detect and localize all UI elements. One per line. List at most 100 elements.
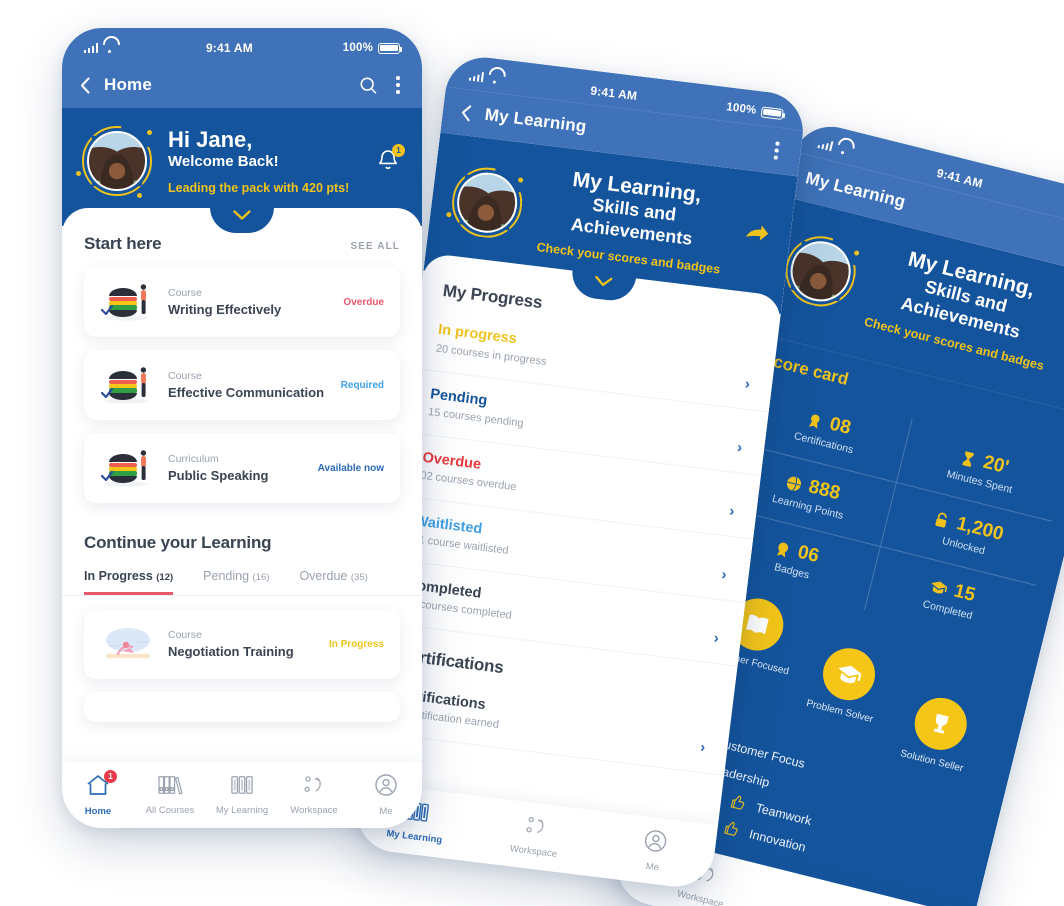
tab-me[interactable]: Me: [352, 773, 420, 817]
wifi-icon: [488, 73, 502, 85]
chevron-down-icon: [233, 210, 251, 220]
page-title: Home: [104, 75, 153, 94]
tab-all-courses[interactable]: All Courses: [136, 774, 204, 816]
tab-count: (16): [252, 572, 270, 583]
phone-mockup-home: 9:41 AM 100% Home Hi Jane, Welcome Back!…: [62, 28, 422, 828]
course-name: Public Speaking: [168, 467, 269, 483]
status-bar: 9:41 AM 100%: [62, 28, 422, 62]
decor-dot: [446, 211, 452, 218]
tab-divider: [62, 595, 422, 596]
tab-label: In Progress: [84, 569, 153, 583]
tab-overdue[interactable]: Overdue (35): [299, 569, 367, 595]
chevron-left-icon[interactable]: [460, 103, 472, 121]
battery-percent: 100%: [342, 42, 373, 54]
signal-icon: [817, 138, 834, 152]
graduation-cap-icon: [931, 581, 948, 594]
wifi-icon: [103, 43, 116, 53]
course-card[interactable]: Course Negotiation Training In Progress: [84, 609, 400, 679]
search-icon[interactable]: [359, 76, 378, 95]
battery-percent: 100%: [725, 101, 758, 117]
stat-value: 15: [951, 580, 978, 607]
chevron-right-icon: ›: [728, 502, 736, 520]
course-card[interactable]: Curriculum Public Speaking Available now: [84, 433, 400, 503]
course-card[interactable]: Course Writing Effectively Overdue: [84, 267, 400, 337]
decor-dot: [76, 171, 81, 176]
welcome-text: Welcome Back!: [168, 153, 279, 171]
decor-dot: [147, 130, 152, 135]
badge-item[interactable]: Problem Solver: [790, 639, 897, 753]
course-name: Negotiation Training: [168, 643, 294, 659]
chevron-right-icon: ›: [736, 438, 744, 457]
status-time: 9:41 AM: [589, 83, 638, 104]
skill-label: Innovation: [747, 826, 808, 855]
share-arrow-icon[interactable]: [743, 221, 772, 250]
course-thumbnail: [100, 448, 156, 488]
workspace-icon: [526, 816, 544, 834]
profile-icon: [644, 830, 667, 852]
decor-dot: [137, 193, 142, 198]
kebab-menu-icon[interactable]: [770, 139, 784, 161]
tab-label: Me: [645, 861, 660, 874]
home-badge: 1: [104, 770, 117, 783]
see-all-link[interactable]: SEE ALL: [350, 241, 400, 252]
tab-pending[interactable]: Pending (16): [203, 569, 269, 595]
avatar[interactable]: [76, 126, 152, 198]
tab-label: My Learning: [385, 828, 443, 846]
kebab-menu-icon[interactable]: [392, 74, 404, 95]
section-title: Start here: [84, 234, 162, 253]
tab-me[interactable]: Me: [618, 825, 691, 877]
notification-badge: 1: [392, 144, 405, 157]
stat-value: 08: [827, 413, 853, 440]
tab-label: My Learning: [215, 805, 269, 816]
tab-label: Pending: [203, 569, 250, 583]
chevron-down-icon: [595, 276, 613, 287]
wifi-icon: [836, 143, 851, 156]
badge-label: Problem Solver: [805, 698, 875, 726]
progress-list: In progress 20 courses in progress › Pen…: [380, 304, 777, 667]
thumbs-up-icon: [730, 796, 745, 810]
course-name: Writing Effectively: [168, 301, 282, 317]
bottom-tab-bar: 1 Home All Courses My Learning Workspace…: [62, 762, 422, 828]
course-kind: Course: [168, 369, 202, 382]
status-badge: Overdue: [343, 296, 384, 308]
chevron-right-icon: ›: [720, 565, 728, 584]
tab-home[interactable]: 1 Home: [64, 770, 132, 817]
profile-icon: [375, 774, 397, 796]
status-badge: In Progress: [328, 638, 384, 650]
avatar-image: [87, 131, 147, 191]
workspace-icon: [304, 776, 321, 792]
points-text: Leading the pack with 420 pts!: [168, 181, 350, 196]
avatar[interactable]: [778, 229, 863, 314]
tab-in-progress[interactable]: In Progress (12): [84, 569, 174, 595]
badge-icon: [776, 542, 789, 558]
tab-label: Me: [379, 806, 393, 817]
course-kind: Course: [168, 286, 202, 299]
section-title: Continue your Learning: [84, 533, 272, 552]
battery-icon: [760, 105, 784, 120]
tab-my-learning[interactable]: My Learning: [208, 774, 276, 816]
decor-dot: [853, 249, 860, 256]
signal-icon: [84, 43, 99, 53]
learning-icon: [231, 776, 253, 794]
course-card-partial[interactable]: [84, 692, 400, 722]
tab-label: All Courses: [145, 805, 195, 816]
course-card[interactable]: Course Effective Communication Required: [84, 350, 400, 420]
course-kind: Course: [168, 628, 202, 641]
decor-dot: [517, 176, 524, 183]
page-title: My Learning: [483, 104, 588, 137]
chevron-right-icon: ›: [699, 738, 707, 757]
nav-bar: Home: [62, 62, 422, 108]
chevron-left-icon[interactable]: [80, 76, 90, 94]
tab-workspace[interactable]: Workspace: [280, 774, 348, 816]
thumbs-up-icon: [723, 822, 738, 837]
lock-icon: [935, 512, 947, 528]
course-thumbnail: [100, 624, 156, 664]
badge-item[interactable]: Solution Seller: [889, 689, 989, 778]
tab-workspace[interactable]: Workspace: [499, 811, 572, 861]
tab-label: Workspace: [290, 805, 338, 816]
stat-value: 888: [806, 476, 843, 505]
avatar[interactable]: [446, 163, 526, 241]
notification-bell-icon[interactable]: 1: [376, 144, 405, 175]
trophy-icon: [909, 692, 973, 756]
hourglass-icon: [962, 451, 975, 467]
